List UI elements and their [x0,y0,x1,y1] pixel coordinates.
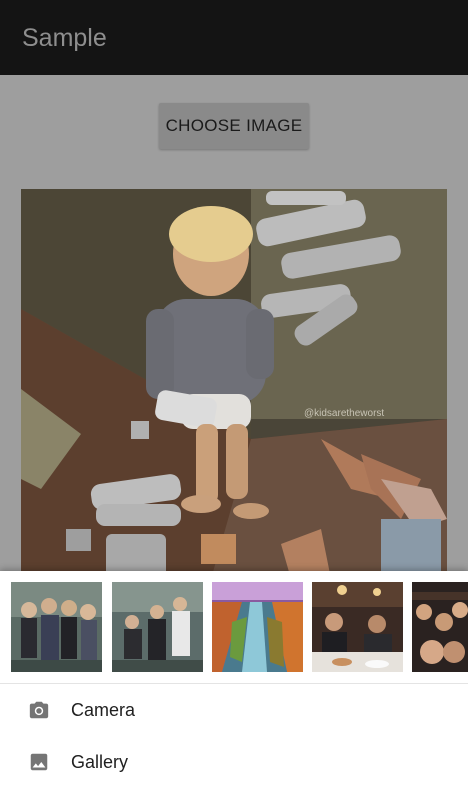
app-bar: Sample [0,0,468,75]
camera-option-label: Camera [71,699,136,720]
recent-photo-thumbnail[interactable] [212,582,303,672]
gallery-option-label: Gallery [71,751,129,772]
recent-photo-thumbnail[interactable] [11,582,102,672]
selected-image: @kidsaretheworst [21,189,447,579]
choose-image-button[interactable]: CHOOSE IMAGE [159,103,309,149]
camera-icon [28,699,50,721]
image-source-sheet: Camera Gallery [0,571,468,800]
recent-photo-thumbnail[interactable] [312,582,403,672]
image-icon [28,751,50,773]
photo-watermark: @kidsaretheworst [304,408,384,419]
camera-option[interactable]: Camera [0,684,468,736]
recent-photos-strip[interactable] [0,571,468,683]
recent-photo-thumbnail[interactable] [412,582,468,672]
app-title: Sample [22,24,107,52]
recent-photo-thumbnail[interactable] [112,582,203,672]
gallery-option[interactable]: Gallery [0,736,468,788]
